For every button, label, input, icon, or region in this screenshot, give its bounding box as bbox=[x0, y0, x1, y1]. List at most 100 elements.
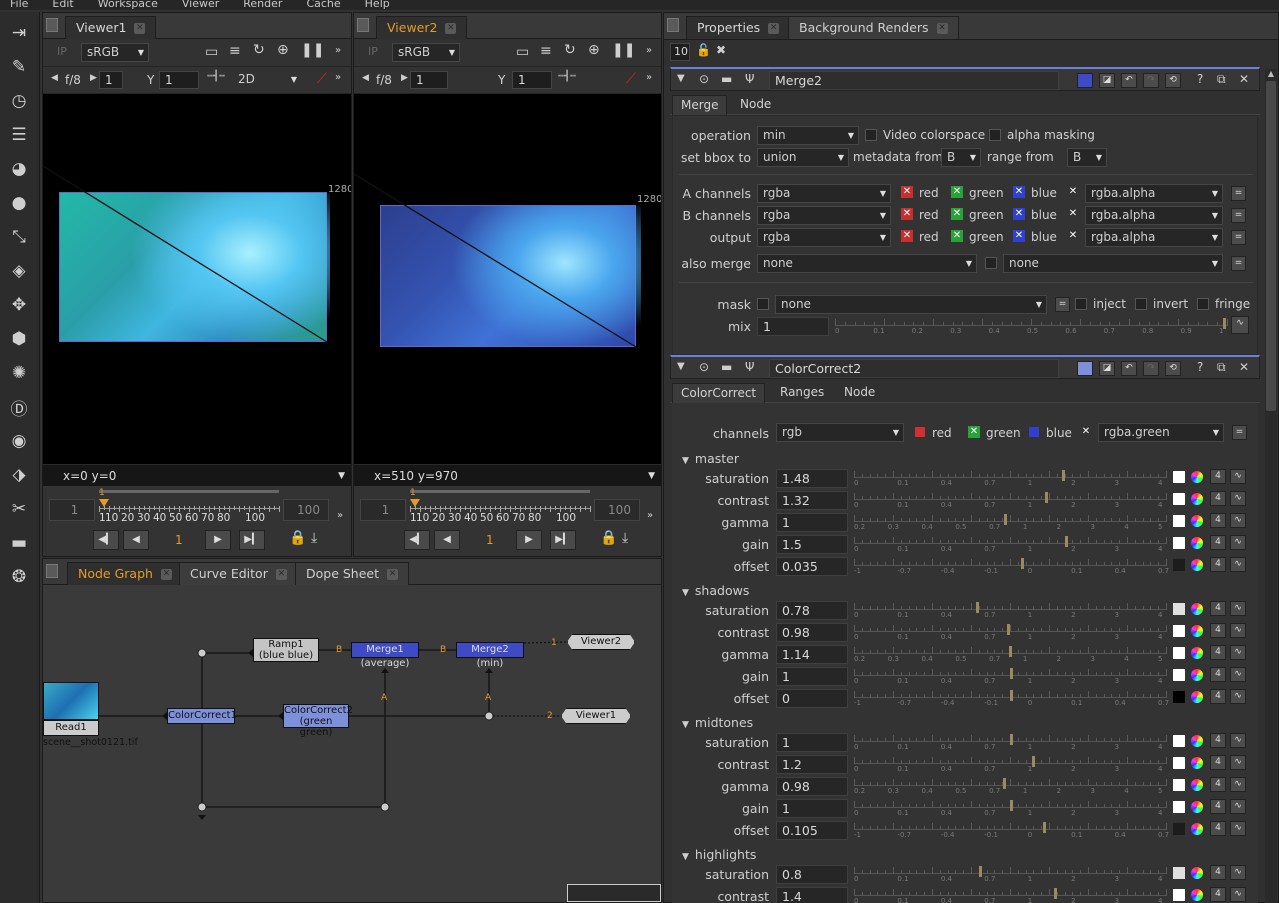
link-button[interactable]: = bbox=[1231, 256, 1246, 271]
param-gamma-field[interactable]: 1 bbox=[776, 513, 848, 532]
curve-button[interactable]: ∿ bbox=[1230, 733, 1246, 748]
scroll-up-icon[interactable]: ▲ bbox=[1266, 69, 1276, 79]
channel-count-button[interactable]: 4 bbox=[1210, 689, 1226, 704]
param-contrast-slider[interactable]: 0 0.1 0.4 0.7 1 2 3 4 bbox=[854, 753, 1167, 773]
more-icon[interactable]: » bbox=[335, 45, 341, 56]
target-icon[interactable]: ⊕ bbox=[277, 42, 289, 58]
curve-button[interactable]: ∿ bbox=[1230, 623, 1246, 638]
layers-icon[interactable]: ◈ bbox=[8, 260, 30, 282]
close-icon[interactable]: ✕ bbox=[160, 569, 172, 580]
revert-button[interactable]: ⟲ bbox=[1165, 361, 1181, 376]
channel-count-button[interactable]: 4 bbox=[1210, 667, 1226, 682]
slider-handle[interactable] bbox=[1020, 558, 1024, 569]
param-offset-field[interactable]: 0.105 bbox=[776, 821, 848, 840]
node-graph-navigator[interactable] bbox=[567, 884, 661, 902]
redo-button[interactable]: ↷ bbox=[1143, 361, 1159, 376]
close-icon[interactable]: ✕ bbox=[1239, 72, 1249, 86]
close-icon[interactable]: ✕ bbox=[387, 569, 399, 580]
menu-file[interactable]: File bbox=[0, 0, 28, 9]
clear-panels-icon[interactable]: ✖ bbox=[716, 43, 726, 57]
color-swatch[interactable] bbox=[1172, 756, 1186, 770]
tab-background-renders[interactable]: Background Renders ✕ bbox=[788, 16, 959, 39]
gain-field[interactable]: 1 bbox=[99, 71, 123, 89]
node-viewer1[interactable]: Viewer1 bbox=[561, 708, 631, 724]
tab-properties[interactable]: Properties ✕ bbox=[686, 16, 791, 39]
color-wheel-icon[interactable] bbox=[1190, 778, 1204, 792]
gain-field[interactable]: 1 bbox=[410, 71, 448, 89]
param-contrast-field[interactable]: 1.32 bbox=[776, 491, 848, 510]
param-gain-field[interactable]: 1 bbox=[776, 799, 848, 818]
scrollbar-thumb[interactable] bbox=[1266, 81, 1276, 411]
slider-handle[interactable] bbox=[1223, 318, 1227, 329]
curve-button[interactable]: ∿ bbox=[1230, 513, 1246, 528]
inject-checkbox[interactable] bbox=[1075, 298, 1087, 310]
list-icon[interactable]: ≡ bbox=[540, 43, 552, 59]
channel-count-button[interactable]: 4 bbox=[1210, 601, 1226, 616]
prev-fstop-icon[interactable]: ◀ bbox=[362, 73, 369, 83]
mask-checkbox[interactable] bbox=[757, 298, 769, 310]
curve-button[interactable]: ∿ bbox=[1230, 865, 1246, 880]
fringe-checkbox[interactable] bbox=[1197, 298, 1209, 310]
link-button[interactable]: = bbox=[1231, 230, 1246, 245]
lock-icon[interactable]: 🔒 bbox=[600, 530, 617, 546]
menu-help[interactable]: Help bbox=[355, 0, 390, 9]
param-saturation-field[interactable]: 1.48 bbox=[776, 469, 848, 488]
color-swatch[interactable] bbox=[1172, 888, 1186, 902]
lock-icon[interactable]: 🔒 bbox=[289, 530, 306, 546]
timeline-bar[interactable]: 1 1 10 20 30 40 50 60 70 80 100 bbox=[410, 488, 591, 526]
red-channel-swatch[interactable] bbox=[914, 426, 926, 438]
section-master[interactable]: ▼ master bbox=[682, 451, 739, 466]
alpha-channel-dropdown[interactable]: rgba.alpha ▼ bbox=[1085, 184, 1223, 203]
paint-stroke-icon[interactable]: ⟋ bbox=[626, 71, 636, 87]
collapse-icon[interactable]: ▼ bbox=[682, 456, 689, 466]
range-dropdown[interactable]: B ▼ bbox=[1067, 148, 1107, 167]
chevron-down-icon[interactable]: ▼ bbox=[338, 465, 345, 487]
link-button[interactable]: = bbox=[1231, 208, 1246, 223]
color-wheel-icon[interactable] bbox=[1190, 822, 1204, 836]
undo-button[interactable]: ↶ bbox=[1121, 73, 1137, 88]
slider-handle[interactable] bbox=[978, 866, 982, 877]
collapse-icon[interactable]: ▼ bbox=[677, 361, 685, 372]
param-saturation-slider[interactable]: 0 0.1 0.4 0.7 1 2 3 4 bbox=[854, 863, 1167, 883]
curve-button[interactable]: ∿ bbox=[1230, 667, 1246, 682]
tab-colorcorrect[interactable]: ColorCorrect bbox=[672, 383, 766, 403]
export-icon[interactable]: ⤓ bbox=[311, 530, 317, 546]
node-name-field[interactable]: ColorCorrect2 bbox=[769, 359, 1059, 378]
alpha-channel-check[interactable]: ✕ bbox=[1080, 426, 1092, 438]
param-gamma-field[interactable]: 0.98 bbox=[776, 777, 848, 796]
curve-button[interactable]: ∿ bbox=[1230, 777, 1246, 792]
3d-cube-icon[interactable]: ⬢ bbox=[8, 328, 30, 350]
mask-link-button[interactable]: = bbox=[1055, 297, 1070, 312]
green-channel-check[interactable]: ✕ bbox=[951, 208, 963, 220]
last-frame-button[interactable]: ▶▎ bbox=[239, 530, 265, 550]
tab-curve-editor[interactable]: Curve Editor ✕ bbox=[179, 562, 298, 585]
color-wheel-icon[interactable] bbox=[1190, 602, 1204, 616]
close-icon[interactable]: ✕ bbox=[275, 569, 287, 580]
refresh-icon[interactable]: ↻ bbox=[564, 42, 576, 58]
param-offset-field[interactable]: 0.035 bbox=[776, 557, 848, 576]
timeline-bar[interactable]: 1 1 10 20 30 40 50 60 70 80 100 bbox=[99, 488, 280, 526]
channel-set-dropdown[interactable]: rgba ▼ bbox=[757, 228, 891, 247]
color-wheel-icon[interactable] bbox=[1190, 492, 1204, 506]
menu-workspace[interactable]: Workspace bbox=[88, 0, 158, 9]
node-graph-canvas[interactable]: Read1 scene__shot0121.tif ColorCorrect1 … bbox=[43, 586, 661, 902]
color-swatch[interactable] bbox=[1172, 734, 1186, 748]
revert-button[interactable]: ⟲ bbox=[1165, 73, 1181, 88]
collapse-icon[interactable]: ▼ bbox=[682, 720, 689, 730]
more-icon[interactable]: » bbox=[646, 45, 652, 56]
help-icon[interactable]: ? bbox=[1197, 72, 1203, 86]
slider-handle[interactable] bbox=[1062, 470, 1066, 481]
paint-brush-icon[interactable]: ✎ bbox=[8, 56, 30, 78]
green-channel-check[interactable]: ✕ bbox=[951, 186, 963, 198]
particles-icon[interactable]: ✺ bbox=[8, 362, 30, 384]
curve-button[interactable]: ∿ bbox=[1230, 645, 1246, 660]
color-swatch[interactable] bbox=[1172, 800, 1186, 814]
more-icon[interactable]: » bbox=[337, 510, 343, 521]
color-swatch[interactable] bbox=[1172, 624, 1186, 638]
help-icon[interactable]: ? bbox=[1197, 360, 1203, 374]
close-icon[interactable]: ✕ bbox=[1239, 360, 1249, 374]
color-wheel-icon[interactable] bbox=[1190, 734, 1204, 748]
deep-icon[interactable]: Ⓓ bbox=[8, 396, 30, 420]
channel-set-dropdown[interactable]: rgba ▼ bbox=[757, 184, 891, 203]
node-name-field[interactable]: Merge2 bbox=[769, 71, 1059, 90]
